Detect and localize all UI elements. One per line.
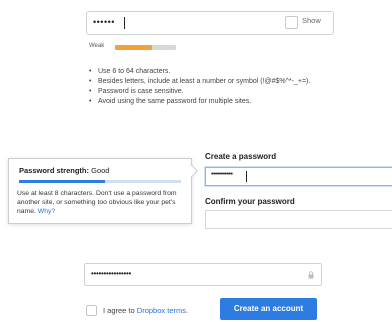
password-mask: ••••••	[93, 17, 115, 27]
strength-meter	[115, 45, 176, 50]
password-rule: Password is case sensitive.	[89, 87, 329, 97]
password-rule: Avoid using the same password for multip…	[89, 97, 329, 107]
password-rule: Use 6 to 64 characters.	[89, 67, 329, 77]
text-caret	[124, 17, 125, 29]
password-manager-icon[interactable]	[308, 271, 314, 279]
agree-terms-label: I agree to Dropbox terms.	[103, 306, 188, 315]
agree-terms-checkbox[interactable]	[86, 305, 97, 316]
agree-prefix: I agree to	[103, 306, 135, 315]
password-strength-tooltip: Password strength: Good Use at least 8 c…	[8, 158, 192, 224]
confirm-password-label: Confirm your password	[205, 197, 295, 206]
text-caret	[246, 171, 247, 182]
password-mask: ••••••••••••••••	[91, 269, 132, 278]
strength-value: Good	[91, 166, 110, 175]
show-password-checkbox[interactable]	[285, 16, 298, 29]
create-password-label: Create a password	[205, 152, 277, 161]
confirm-password-field[interactable]	[205, 210, 392, 229]
strength-label: Weak	[89, 43, 105, 49]
strength-advice: Use at least 8 characters. Don't use a p…	[17, 189, 187, 217]
dropbox-terms-link[interactable]: Dropbox terms.	[137, 306, 188, 315]
why-link[interactable]: Why?	[38, 208, 55, 215]
create-password-field[interactable]: •••••••••••	[205, 167, 392, 186]
strength-bar-fill	[19, 180, 105, 183]
create-account-button[interactable]: Create an account	[220, 298, 317, 320]
password-field[interactable]: ••••••••••••••••	[84, 263, 322, 286]
strength-meter-fill	[115, 45, 152, 50]
password-rules-list: Use 6 to 64 characters. Besides letters,…	[89, 67, 329, 108]
strength-prefix: Password strength:	[19, 166, 90, 175]
strength-heading: Password strength: Good	[19, 166, 109, 175]
password-rule: Besides letters, include at least a numb…	[89, 77, 329, 87]
show-password-label: Show	[302, 16, 321, 25]
strength-bar	[19, 180, 181, 183]
password-mask: •••••••••••	[211, 171, 233, 178]
